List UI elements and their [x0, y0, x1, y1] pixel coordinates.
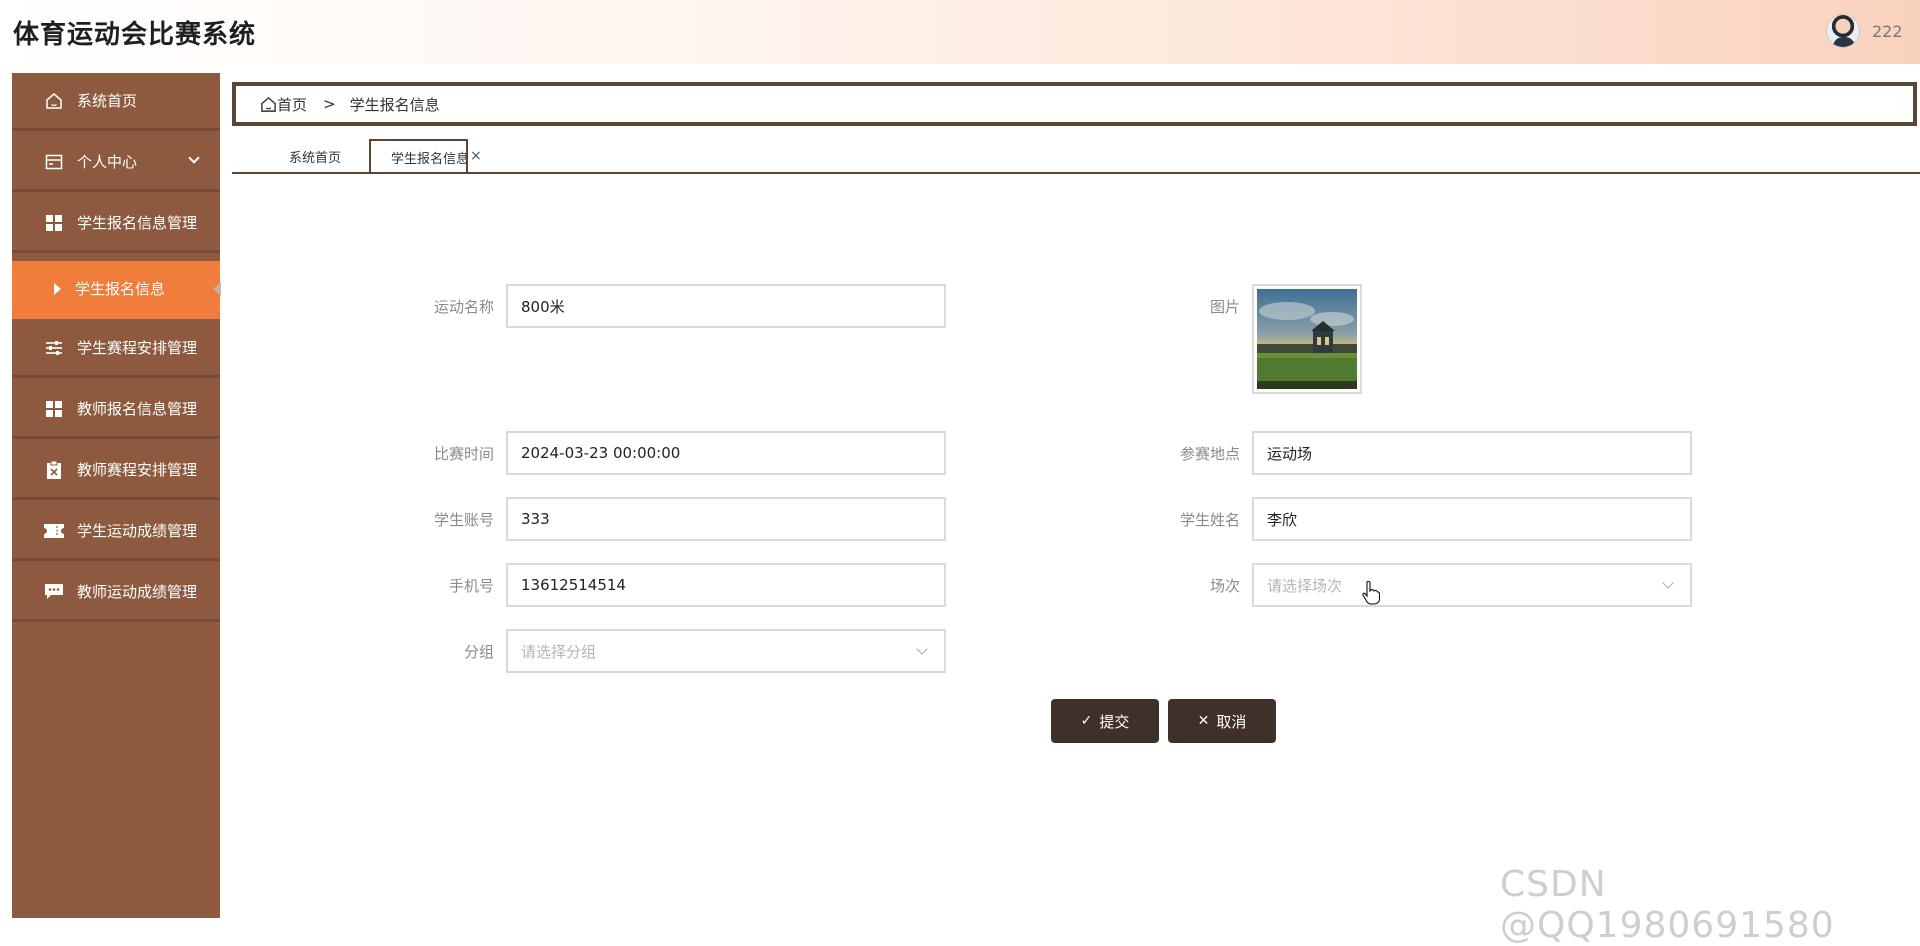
tabs-divider [232, 172, 1920, 174]
venue-label: 参赛地点 [1179, 445, 1240, 463]
submit-button[interactable]: ✓ 提交 [1051, 699, 1159, 743]
session-label: 场次 [1209, 577, 1240, 595]
sidebar-item-label: 学生报名信息 [75, 280, 166, 298]
sidebar-item-label: 教师赛程安排管理 [77, 461, 198, 479]
sidebar-item-label: 学生报名信息管理 [77, 214, 198, 232]
breadcrumb-home-label: 首页 [277, 95, 308, 114]
breadcrumb: 首页 > 学生报名信息 [232, 82, 1917, 126]
tab-home[interactable]: 系统首页 [270, 139, 360, 173]
sidebar-item-teacher-results-mgmt[interactable]: 教师运动成绩管理 [12, 564, 220, 622]
sport-picture[interactable] [1252, 284, 1362, 394]
close-icon: ✕ [1197, 713, 1210, 729]
group-label: 分组 [463, 643, 494, 661]
venue-input[interactable]: 运动场 [1252, 431, 1692, 475]
grid-icon [44, 399, 64, 419]
sliders-icon [44, 338, 64, 358]
sport-name-label: 运动名称 [433, 298, 494, 316]
chevron-down-icon [916, 643, 928, 655]
group-select[interactable]: 请选择分组 [506, 629, 946, 673]
stadium-image [1257, 289, 1357, 389]
user-card-icon [44, 152, 64, 172]
submit-label: 提交 [1099, 712, 1130, 731]
grid-icon [44, 213, 64, 233]
student-account-input[interactable]: 333 [506, 497, 946, 541]
home-icon [44, 91, 64, 111]
sidebar-item-label: 学生赛程安排管理 [77, 339, 198, 357]
match-time-label: 比赛时间 [433, 445, 494, 463]
sidebar-item-label: 系统首页 [77, 92, 138, 110]
sidebar-item-student-results-mgmt[interactable]: 学生运动成绩管理 [12, 503, 220, 561]
sidebar-item-teacher-signup-mgmt[interactable]: 教师报名信息管理 [12, 381, 220, 439]
header-bar: 体育运动会比赛系统 222 [0, 0, 1920, 64]
tab-close-icon[interactable]: × [470, 148, 482, 164]
sidebar-item-label: 教师报名信息管理 [77, 400, 198, 418]
sidebar-item-label: 教师运动成绩管理 [77, 583, 198, 601]
sidebar-item-profile[interactable]: 个人中心 [12, 134, 220, 192]
tab-student-signup[interactable]: 学生报名信息 [369, 139, 468, 174]
student-name-input[interactable]: 李欣 [1252, 497, 1692, 541]
chevron-down-icon [188, 152, 200, 164]
breadcrumb-current: 学生报名信息 [349, 95, 440, 114]
phone-label: 手机号 [448, 577, 494, 595]
chat-icon [44, 582, 64, 602]
caret-right-icon [54, 282, 61, 295]
student-account-label: 学生账号 [433, 511, 494, 529]
clipboard-x-icon [44, 460, 64, 480]
breadcrumb-home-link[interactable]: 首页 [260, 94, 307, 115]
ticket-icon [44, 521, 64, 541]
sidebar-item-student-signup[interactable]: 学生报名信息 [12, 261, 221, 319]
sidebar-item-label: 学生运动成绩管理 [77, 522, 198, 540]
session-select[interactable]: 请选择场次 [1252, 563, 1692, 607]
sidebar-item-student-schedule-mgmt[interactable]: 学生赛程安排管理 [12, 320, 220, 378]
username-label[interactable]: 222 [1872, 22, 1903, 41]
check-icon: ✓ [1080, 713, 1093, 729]
sidebar: 系统首页 个人中心 学生报名信息管理 学生报名信息 学生赛程安排管理 教师报名信… [12, 73, 221, 918]
cancel-label: 取消 [1216, 712, 1247, 731]
csdn-watermark: CSDN @QQ1980691580 [1500, 864, 1835, 946]
sidebar-item-student-signup-mgmt[interactable]: 学生报名信息管理 [12, 195, 220, 253]
group-placeholder: 请选择分组 [521, 642, 597, 661]
home-icon [260, 96, 277, 113]
hand-pointer-cursor-icon [1362, 580, 1381, 609]
sport-name-input[interactable]: 800米 [506, 284, 946, 328]
session-placeholder: 请选择场次 [1267, 576, 1343, 595]
match-time-input[interactable]: 2024-03-23 00:00:00 [506, 431, 946, 475]
sidebar-item-label: 个人中心 [77, 153, 138, 171]
picture-label: 图片 [1209, 298, 1240, 316]
app-title: 体育运动会比赛系统 [13, 20, 257, 50]
sidebar-item-teacher-schedule-mgmt[interactable]: 教师赛程安排管理 [12, 442, 220, 500]
breadcrumb-separator: > [323, 95, 336, 113]
cancel-button[interactable]: ✕ 取消 [1168, 699, 1276, 743]
chevron-down-icon [1662, 577, 1674, 589]
sidebar-item-home[interactable]: 系统首页 [12, 73, 220, 131]
user-avatar[interactable] [1826, 14, 1860, 48]
active-indicator [213, 281, 221, 296]
student-name-label: 学生姓名 [1179, 511, 1240, 529]
phone-input[interactable]: 13612514514 [506, 563, 946, 607]
